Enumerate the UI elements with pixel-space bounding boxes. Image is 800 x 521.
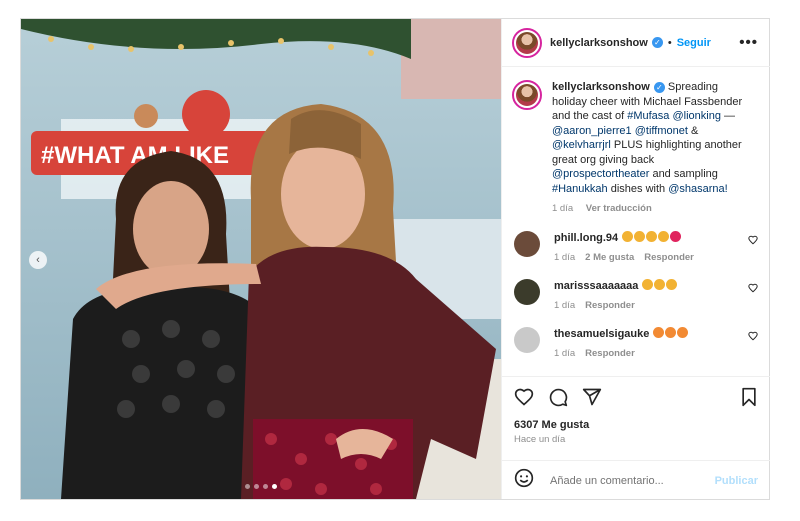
caption-avatar[interactable]	[512, 80, 542, 110]
caption-tag-link[interactable]: #Hanukkah	[552, 183, 608, 195]
comment-item: phill.long.94 1 día 2 Me gusta Responder	[502, 230, 770, 265]
comment-list: phill.long.94 1 día 2 Me gusta Responder ma…	[502, 230, 770, 361]
emoji-icon	[665, 326, 677, 338]
comment-meta: 1 día Responder	[554, 347, 734, 361]
post-sidebar: kellyclarksonshow ✓ • Seguir ••• kellycl…	[501, 19, 770, 499]
reply-link[interactable]: Responder	[585, 300, 635, 311]
caption-tag-link[interactable]: @kelvharrjrl	[552, 139, 611, 151]
comment-item: thesamuelsigauke 1 día Responder	[502, 326, 770, 361]
comment-avatar[interactable]	[514, 230, 540, 257]
caption-tag-link[interactable]: @aaron_pierre1	[552, 125, 632, 137]
reply-link[interactable]: Responder	[644, 252, 694, 263]
more-options-icon[interactable]: •••	[739, 34, 758, 51]
translate-link[interactable]: Ver traducción	[586, 203, 652, 214]
caption-tag-link[interactable]: #Mufasa	[627, 110, 669, 122]
caption-text-segment: dishes with	[607, 182, 669, 195]
post-time: Hace un día	[514, 434, 566, 445]
caption-text: Spreading holiday cheer with Michael Fas…	[552, 81, 742, 195]
bookmark-icon[interactable]	[740, 387, 758, 412]
add-comment-bar: Publicar	[502, 460, 770, 500]
carousel-dot-active	[272, 484, 277, 489]
carousel-dot	[245, 484, 250, 489]
carousel-dot	[254, 484, 259, 489]
caption-text-segment: and sampling	[649, 168, 718, 180]
comment-likes[interactable]: 2 Me gusta	[585, 252, 634, 263]
caption-text-segment: —	[720, 110, 736, 122]
comment-username[interactable]: thesamuelsigauke	[554, 328, 649, 340]
comments-area[interactable]: kellyclarksonshow ✓ Spreading holiday che…	[502, 68, 770, 376]
comment-username[interactable]: phill.long.94	[554, 232, 618, 244]
comment-time: 1 día	[554, 299, 576, 311]
caption-text-segment: &	[687, 124, 699, 137]
instagram-post: #WHAT AM LIKE ‹ kellyclarksonshow ✓ • Se…	[20, 18, 770, 500]
emoji-icon	[653, 326, 665, 338]
verified-badge-icon: ✓	[651, 37, 663, 48]
caption-tag-link[interactable]: @tiffmonet	[635, 125, 688, 137]
emoji-icon	[642, 278, 654, 290]
caption-tag-link[interactable]: @lionking	[672, 110, 720, 122]
emoji-icon	[666, 278, 678, 290]
comment-avatar[interactable]	[514, 326, 540, 353]
post-actions: 6307 Me gusta Hace un día Publicar	[502, 376, 770, 500]
caption-tag-link[interactable]: @prospectortheater	[552, 168, 649, 180]
comment-like-heart-icon[interactable]	[748, 331, 758, 344]
comment-meta: 1 día 2 Me gusta Responder	[554, 251, 734, 265]
chevron-left-icon: ‹	[36, 254, 40, 266]
separator: •	[667, 36, 672, 49]
emoji-picker-icon[interactable]	[514, 468, 534, 493]
caption-meta: 1 día Ver traducción	[552, 202, 752, 217]
emoji-icon	[634, 230, 646, 242]
emoji-icon	[670, 230, 682, 242]
caption-time: 1 día	[552, 203, 574, 214]
follow-button[interactable]: Seguir	[677, 37, 711, 49]
emoji-icon	[658, 230, 670, 242]
emoji-icon	[654, 278, 666, 290]
carousel-dot	[263, 484, 268, 489]
comment-icon[interactable]	[548, 387, 568, 412]
publish-button[interactable]: Publicar	[715, 475, 758, 487]
emoji-icon	[622, 230, 634, 242]
carousel-prev-button[interactable]: ‹	[29, 251, 47, 269]
caption-username[interactable]: kellyclarksonshow	[552, 81, 650, 93]
post-photo[interactable]: #WHAT AM LIKE ‹	[21, 19, 501, 499]
photo-image: #WHAT AM LIKE	[21, 19, 501, 499]
comment-item: marisssaaaaaaa 1 día Responder	[502, 278, 770, 313]
emoji-icon	[677, 326, 689, 338]
likes-count[interactable]: 6307 Me gusta	[502, 413, 770, 431]
verified-badge-icon: ✓	[653, 81, 665, 93]
comment-like-heart-icon[interactable]	[748, 235, 758, 248]
comment-time: 1 día	[554, 347, 576, 359]
comment-time: 1 día	[554, 251, 576, 263]
avatar[interactable]	[512, 27, 542, 58]
comment-input[interactable]	[548, 473, 712, 488]
reply-link[interactable]: Responder	[585, 348, 635, 359]
header-username[interactable]: kellyclarksonshow	[550, 37, 648, 49]
caption-tag-link[interactable]: @shasarna!	[668, 183, 727, 195]
share-icon[interactable]	[582, 387, 602, 412]
comment-avatar[interactable]	[514, 278, 540, 305]
carousel-dots	[245, 484, 277, 489]
comment-username[interactable]: marisssaaaaaaa	[554, 280, 638, 292]
emoji-icon	[646, 230, 658, 242]
comment-like-heart-icon[interactable]	[748, 283, 758, 296]
post-caption: kellyclarksonshow ✓ Spreading holiday che…	[502, 68, 770, 217]
heart-icon[interactable]	[514, 387, 534, 412]
post-header: kellyclarksonshow ✓ • Seguir •••	[502, 19, 770, 67]
comment-meta: 1 día Responder	[554, 299, 734, 313]
